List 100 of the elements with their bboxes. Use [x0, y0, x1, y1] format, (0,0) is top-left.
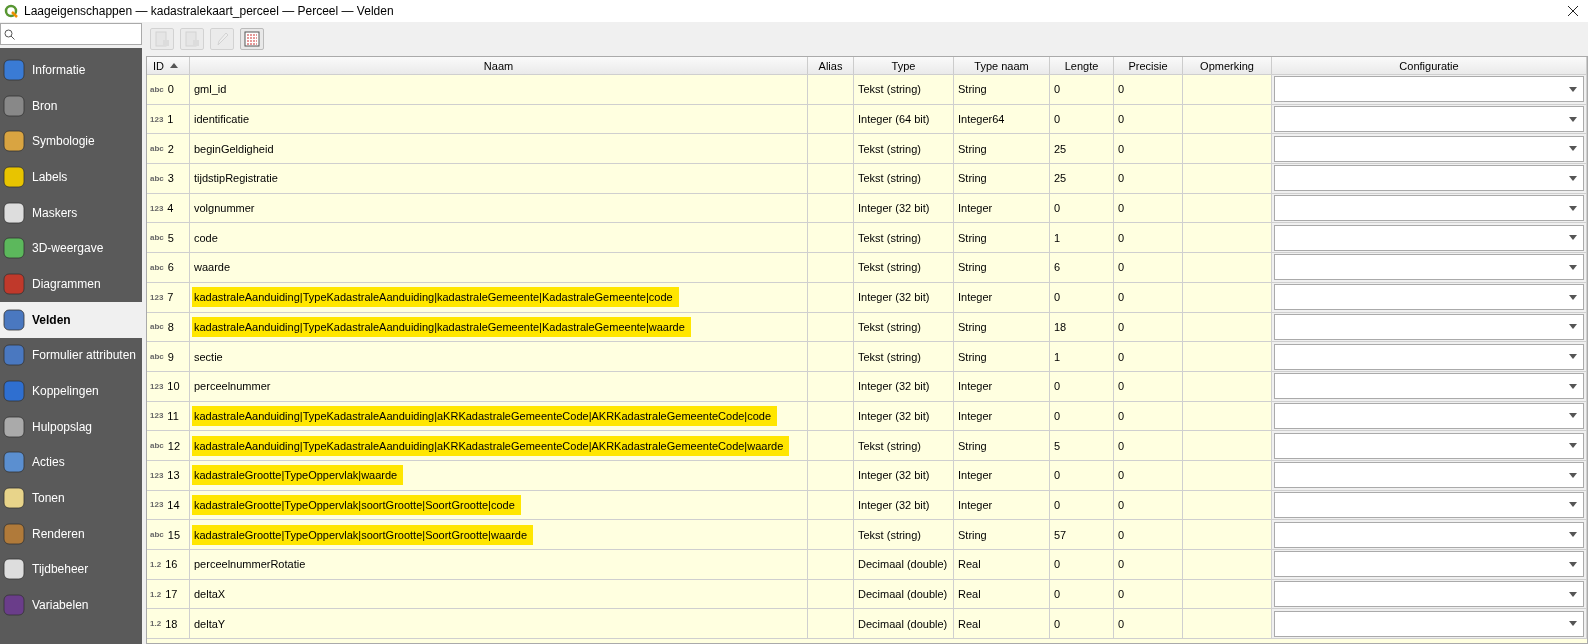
- column-header[interactable]: Precisie: [1114, 57, 1183, 74]
- column-header[interactable]: Type naam: [954, 57, 1050, 74]
- table-cell: Integer64: [958, 113, 1005, 126]
- table-cell: 0: [1118, 202, 1125, 215]
- close-icon[interactable]: [1568, 6, 1578, 16]
- table-cell: kadastraleAanduiding|TypeKadastraleAanduiding|aKRKadastraleGemeenteCode|AKRKadastraleGemeenteCode|waarde: [192, 435, 790, 456]
- table-cell: String: [958, 528, 987, 541]
- configuration-dropdown[interactable]: [1274, 76, 1584, 103]
- configuration-dropdown[interactable]: [1274, 343, 1584, 370]
- table-cell: Integer (32 bit): [858, 469, 930, 482]
- configuration-dropdown[interactable]: [1274, 491, 1584, 518]
- field-type-icon: 123: [150, 411, 164, 421]
- configuration-dropdown[interactable]: [1274, 195, 1584, 222]
- table-cell: 8: [167, 320, 174, 333]
- table-cell: kadastraleAanduiding|TypeKadastraleAanduiding|aKRKadastraleGemeenteCode|AKRKadastraleGemeenteCode|code: [192, 405, 778, 426]
- sidebar-item[interactable]: Velden: [0, 301, 142, 338]
- dropdown-arrow-icon: [1569, 175, 1577, 181]
- table-cell: Integer (64 bit): [858, 113, 930, 126]
- sort-ascending-icon: [170, 63, 178, 68]
- sidebar-item[interactable]: Bron: [0, 87, 142, 124]
- table-cell: Decimaal (double): [858, 588, 948, 601]
- sidebar-item[interactable]: Formulier attributen: [0, 337, 142, 374]
- table-cell: Tekst (string): [858, 231, 921, 244]
- table-cell: 0: [1054, 83, 1061, 96]
- dropdown-arrow-icon: [1569, 413, 1577, 419]
- table-cell: 0: [1054, 409, 1061, 422]
- field-type-icon: abc: [150, 84, 164, 94]
- table-cell: String: [958, 172, 987, 185]
- field-type-icon: 1.2: [150, 559, 162, 569]
- table-cell: beginGeldigheid: [194, 142, 274, 155]
- table-cell: 17: [165, 588, 178, 601]
- configuration-dropdown[interactable]: [1274, 165, 1584, 192]
- table-cell: 0: [1054, 202, 1061, 215]
- table-cell: 0: [1054, 498, 1061, 511]
- column-header[interactable]: Configuratie: [1272, 57, 1587, 74]
- column-header[interactable]: ID: [147, 57, 190, 74]
- configuration-dropdown[interactable]: [1274, 106, 1584, 133]
- configuration-dropdown[interactable]: [1274, 521, 1584, 548]
- table-cell: String: [958, 231, 987, 244]
- configuration-dropdown[interactable]: [1274, 610, 1584, 637]
- configuration-dropdown[interactable]: [1274, 432, 1584, 459]
- sidebar-item[interactable]: Variabelen: [0, 587, 142, 623]
- configuration-dropdown[interactable]: [1274, 135, 1584, 162]
- table-cell: 1: [167, 113, 174, 126]
- table-cell: 25: [1054, 142, 1067, 155]
- table-cell: Tekst (string): [858, 142, 921, 155]
- table-cell: 2: [167, 142, 174, 155]
- table-cell: Tekst (string): [858, 350, 921, 363]
- table-cell: Integer (32 bit): [858, 380, 930, 393]
- table-cell: 11: [167, 409, 179, 422]
- configuration-dropdown[interactable]: [1274, 313, 1584, 340]
- sidebar-item[interactable]: Maskers: [0, 194, 142, 231]
- configuration-dropdown[interactable]: [1274, 551, 1584, 578]
- configuration-dropdown[interactable]: [1274, 224, 1584, 251]
- table-cell: 0: [1118, 231, 1125, 244]
- table-cell: 15: [167, 528, 181, 541]
- configuration-dropdown[interactable]: [1274, 581, 1584, 608]
- column-header[interactable]: Alias: [808, 57, 854, 74]
- column-header[interactable]: Type: [854, 57, 954, 74]
- sidebar-item[interactable]: Labels: [0, 159, 142, 195]
- configuration-dropdown[interactable]: [1274, 254, 1584, 281]
- configuration-dropdown[interactable]: [1274, 373, 1584, 400]
- sidebar-item[interactable]: Hulpopslag: [0, 408, 142, 445]
- table-cell: 0: [1118, 83, 1125, 96]
- table-cell: 10: [167, 380, 180, 393]
- table-cell: deltaX: [194, 588, 226, 601]
- table-cell: Integer: [958, 498, 993, 511]
- calculator-icon: [244, 31, 260, 47]
- sidebar-item[interactable]: Tijdbeheer: [0, 551, 142, 588]
- table-cell: 3: [167, 172, 174, 185]
- configuration-dropdown[interactable]: [1274, 462, 1584, 489]
- table-cell: 0: [1054, 588, 1061, 601]
- table-cell: perceelnummerRotatie: [194, 558, 306, 571]
- column-header[interactable]: Naam: [190, 57, 808, 74]
- dropdown-arrow-icon: [1569, 443, 1577, 449]
- sidebar-item[interactable]: Koppelingen: [0, 373, 142, 409]
- table-cell: kadastraleAanduiding|TypeKadastraleAanduiding|kadastraleGemeente|KadastraleGemeente|code: [192, 287, 679, 308]
- sidebar-item[interactable]: Informatie: [0, 52, 142, 88]
- column-header[interactable]: Lengte: [1050, 57, 1114, 74]
- sidebar-item[interactable]: 3D-weergave: [0, 230, 142, 267]
- search-field[interactable]: [0, 23, 142, 45]
- window-title: Laageigenschappen — kadastralekaart_perceel — Perceel — Velden: [24, 4, 395, 18]
- sidebar-item[interactable]: Renderen: [0, 515, 142, 552]
- configuration-dropdown[interactable]: [1274, 284, 1584, 311]
- table-cell: 0: [1118, 261, 1125, 274]
- sidebar-item[interactable]: Symbologie: [0, 123, 142, 160]
- table-cell: 6: [167, 261, 174, 274]
- sidebar-item[interactable]: Tonen: [0, 480, 142, 516]
- sidebar-item[interactable]: Diagrammen: [0, 266, 142, 302]
- field-type-icon: 123: [150, 114, 164, 124]
- column-header[interactable]: Opmerking: [1183, 57, 1272, 74]
- field-type-icon: abc: [150, 530, 164, 540]
- table-cell: 0: [1118, 558, 1125, 571]
- configuration-dropdown[interactable]: [1274, 402, 1584, 429]
- toolbar-button[interactable]: [240, 28, 264, 50]
- dropdown-arrow-icon: [1569, 235, 1577, 241]
- table-cell: Real: [958, 617, 981, 630]
- table-cell: 0: [1118, 439, 1125, 452]
- field-type-icon: 123: [150, 203, 164, 213]
- sidebar-item[interactable]: Acties: [0, 444, 142, 481]
